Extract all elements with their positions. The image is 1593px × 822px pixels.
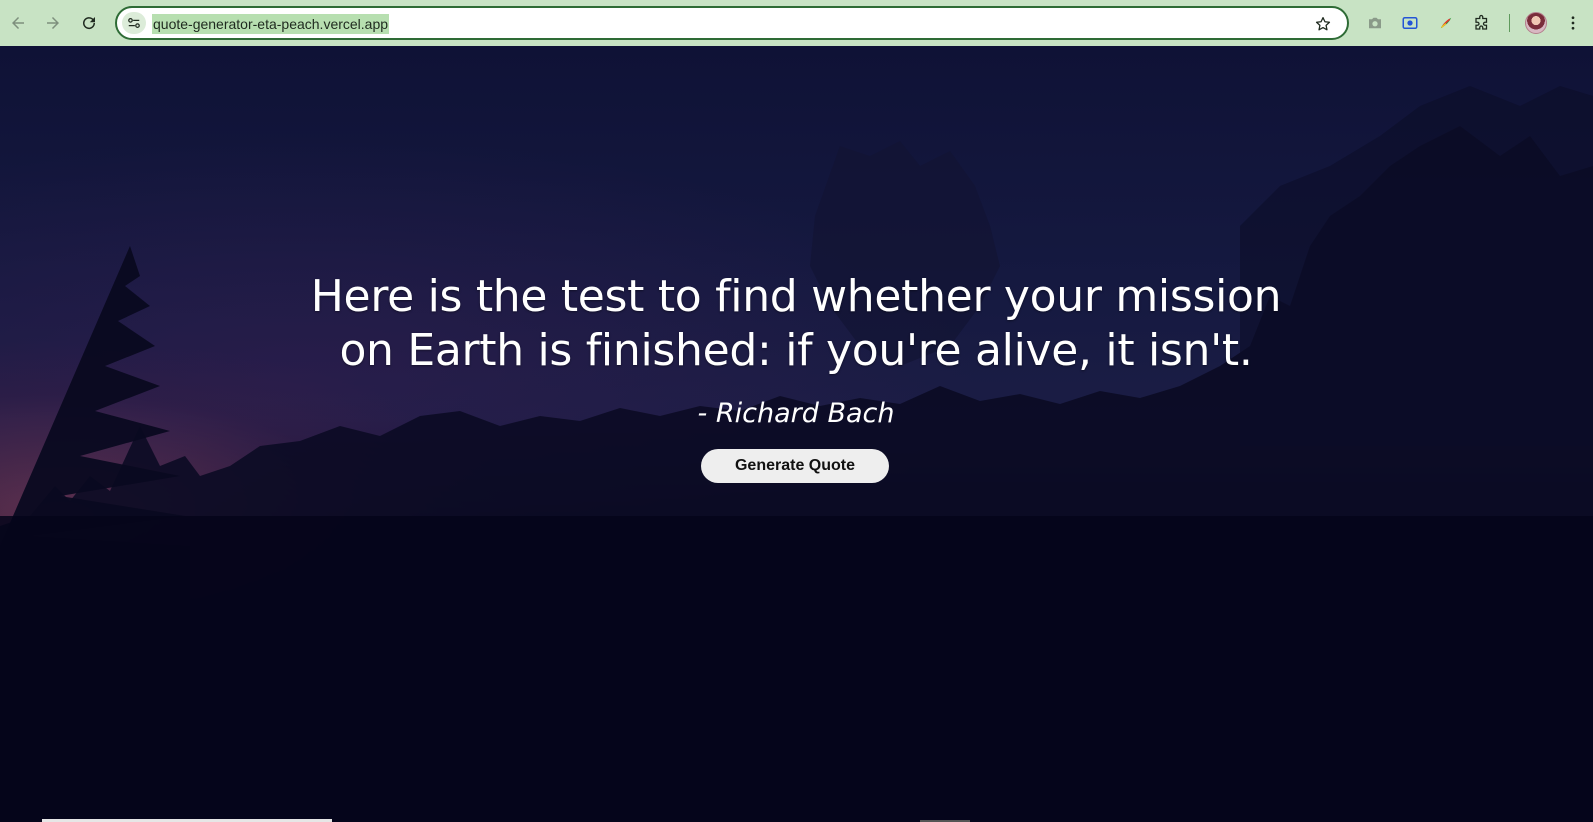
- arrow-left-icon: [12, 17, 24, 29]
- quote-page: Here is the test to find whether your mi…: [0, 46, 1593, 822]
- quote-text: Here is the test to find whether your mi…: [310, 271, 1282, 376]
- color-picker-extension[interactable]: [1432, 9, 1460, 37]
- background-image: [0, 86, 1593, 822]
- site-info-button[interactable]: [122, 12, 146, 34]
- extensions-button[interactable]: [1468, 9, 1496, 37]
- camera-icon: [1369, 17, 1381, 29]
- tune-icon: [128, 18, 140, 28]
- url-text[interactable]: quote-generator-eta-peach.vercel.app: [152, 14, 390, 34]
- toolbar-separator: [1509, 14, 1510, 32]
- screen-capture-extension[interactable]: [1396, 9, 1424, 37]
- browser-menu-button[interactable]: [1559, 9, 1587, 37]
- arrow-right-icon: [47, 17, 59, 29]
- profile-avatar[interactable]: [1525, 12, 1547, 34]
- kebab-menu-icon: [1571, 16, 1575, 30]
- reload-icon: [83, 17, 96, 30]
- star-icon: [1315, 16, 1331, 31]
- back-button[interactable]: [3, 8, 33, 38]
- quote-author: - Richard Bach: [697, 398, 895, 429]
- browser-toolbar: quote-generator-eta-peach.vercel.app: [0, 0, 1593, 46]
- address-bar[interactable]: quote-generator-eta-peach.vercel.app: [115, 6, 1349, 40]
- bookmark-button[interactable]: [1312, 13, 1334, 35]
- quote-container: Here is the test to find whether your mi…: [296, 270, 1296, 432]
- color-picker-icon: [1440, 17, 1452, 29]
- forward-button[interactable]: [38, 8, 68, 38]
- puzzle-icon: [1475, 14, 1488, 30]
- reload-button[interactable]: [74, 8, 104, 38]
- generate-quote-button[interactable]: Generate Quote: [701, 449, 889, 483]
- screen-capture-icon: [1402, 17, 1418, 29]
- camera-extension[interactable]: [1361, 9, 1389, 37]
